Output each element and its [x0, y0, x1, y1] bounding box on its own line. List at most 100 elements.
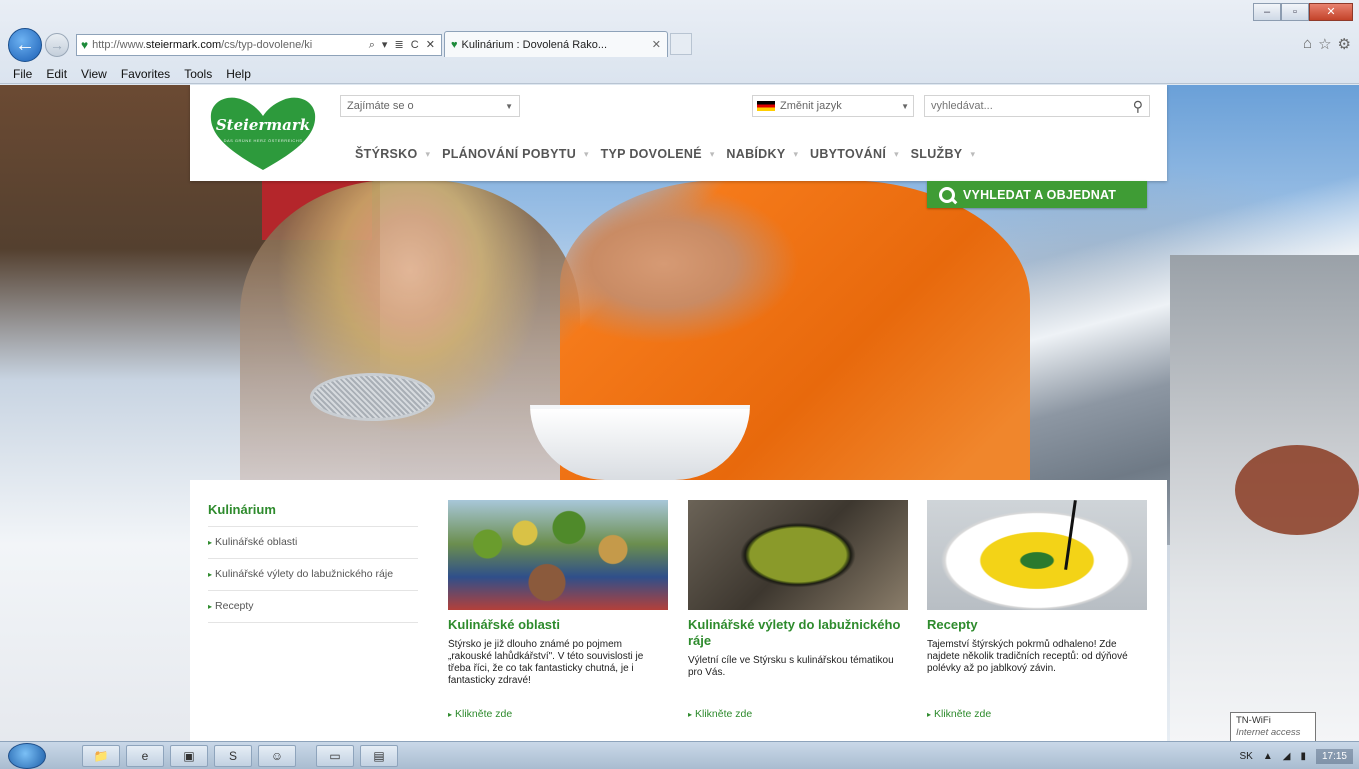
logo-tagline: DAS GRÜNE HERZ ÖSTERREICHS	[223, 138, 303, 143]
minimize-icon[interactable]: –	[1253, 3, 1281, 21]
menu-bar: File Edit View Favorites Tools Help	[0, 64, 1359, 84]
chevron-down-icon: ▼	[901, 101, 909, 111]
tray-language[interactable]: SK	[1240, 751, 1253, 762]
hero-photo-sieve	[310, 373, 435, 421]
volume-icon[interactable]: ◢	[1283, 751, 1291, 762]
app-taskbar-icon[interactable]: ▣	[170, 745, 208, 767]
bullet-arrow-icon: ▸	[208, 602, 213, 611]
address-domain: steiermark.com	[145, 39, 222, 51]
search-icon[interactable]: ⚲	[1133, 98, 1143, 115]
network-tooltip: TN-WiFi Internet access	[1230, 712, 1316, 742]
settings-gear-icon[interactable]: ⚙	[1338, 35, 1351, 53]
bullet-arrow-icon: ▸	[208, 570, 213, 579]
sidebar-item-kulinarske-vylety[interactable]: ▸ Kulinářské výlety do labužnického ráje	[208, 559, 418, 591]
menu-favorites[interactable]: Favorites	[114, 64, 177, 84]
search-and-book-button[interactable]: VYHLEDAT A OBJEDNAT	[927, 181, 1147, 208]
tab-close-icon[interactable]: ✕	[652, 38, 661, 51]
browser-chrome: – ▫ ✕ ← → ♥ http://www. steiermark.com/cs…	[0, 0, 1359, 84]
magnifier-icon	[939, 186, 955, 203]
browser-tab-active[interactable]: ♥ Kulinárium : Dovolená Rako... ✕	[444, 31, 668, 57]
teaser-card-kulinarske-vylety: Kulinářské výlety do labužnického ráje V…	[688, 500, 908, 728]
explorer-taskbar-icon[interactable]: 📁	[82, 745, 120, 767]
more-link-label: Klikněte zde	[455, 708, 513, 720]
chevron-down-icon: ▾	[584, 148, 589, 159]
chevron-down-icon: ▼	[505, 101, 513, 111]
network-icon[interactable]: ▲	[1263, 751, 1273, 762]
menu-view[interactable]: View	[74, 64, 114, 84]
bullet-arrow-icon: ▸	[927, 710, 932, 719]
document-taskbar-icon[interactable]: ▤	[360, 745, 398, 767]
close-window-icon[interactable]: ✕	[1309, 3, 1353, 21]
taskbar: 📁 e ▣ S ☺ ▭ ▤ SK ▲ ◢ ▮ 17:15	[0, 741, 1359, 769]
chevron-down-icon: ▾	[970, 148, 975, 159]
skype-taskbar-icon[interactable]: S	[214, 745, 252, 767]
menu-edit[interactable]: Edit	[39, 64, 74, 84]
main-navigation: ŠTÝRSKO ▾ PLÁNOVÁNÍ POBYTU ▾ TYP DOVOLENÉ ▾…	[347, 142, 979, 166]
bullet-arrow-icon: ▸	[688, 710, 693, 719]
new-tab-button[interactable]	[670, 33, 692, 55]
menu-file[interactable]: File	[6, 64, 39, 84]
menu-tools[interactable]: Tools	[177, 64, 219, 84]
teaser-image-market-food[interactable]	[448, 500, 668, 610]
teaser-title[interactable]: Recepty	[927, 617, 1147, 633]
nav-item-planovani-pobytu[interactable]: PLÁNOVÁNÍ POBYTU	[434, 147, 584, 161]
teaser-more-link[interactable]: ▸ Klikněte zde	[448, 708, 512, 720]
teaser-more-link[interactable]: ▸ Klikněte zde	[688, 708, 752, 720]
ie-taskbar-icon[interactable]: e	[126, 745, 164, 767]
chevron-down-icon: ▾	[709, 148, 715, 159]
sidebar-title[interactable]: Kulinárium	[208, 502, 418, 527]
teaser-more-link[interactable]: ▸ Klikněte zde	[927, 708, 991, 720]
address-prefix: http://www.	[92, 39, 146, 51]
start-button[interactable]	[8, 743, 46, 769]
site-favicon-icon: ♥	[81, 38, 89, 52]
address-bar[interactable]: ♥ http://www. steiermark.com/cs/typ-dovol…	[76, 34, 442, 56]
favorites-star-icon[interactable]: ☆	[1318, 35, 1331, 53]
teaser-image-oil-press[interactable]	[688, 500, 908, 610]
browser-toolbar-icons: ⌂ ☆ ⚙	[1303, 35, 1351, 53]
nav-item-styrsko[interactable]: ŠTÝRSKO	[347, 147, 426, 161]
nav-item-ubytovani[interactable]: UBYTOVÁNÍ	[802, 147, 894, 161]
tooltip-network-status: Internet access	[1236, 727, 1301, 738]
sidebar: Kulinárium ▸ Kulinářské oblasti ▸ Kulinářs…	[208, 502, 418, 623]
teaser-text: Výletní cíle ve Štýrsku s kulinářskou té…	[688, 655, 894, 678]
more-link-label: Klikněte zde	[934, 708, 992, 720]
chevron-down-icon: ▾	[894, 148, 899, 159]
interest-label: Zajímáte se o	[347, 100, 414, 112]
teaser-text: Štýrsko je již dlouho známé po pojmem „r…	[448, 639, 644, 686]
sidebar-item-kulinarske-oblasti[interactable]: ▸ Kulinářské oblasti	[208, 527, 418, 559]
forward-button[interactable]: →	[45, 33, 69, 57]
battery-icon[interactable]: ▮	[1300, 751, 1306, 762]
window-taskbar-icon[interactable]: ▭	[316, 745, 354, 767]
chat-taskbar-icon[interactable]: ☺	[258, 745, 296, 767]
back-button[interactable]: ←	[8, 28, 42, 62]
german-flag-icon	[757, 101, 775, 111]
teaser-title[interactable]: Kulinářské oblasti	[448, 617, 668, 633]
nav-item-nabidky[interactable]: NABÍDKY	[718, 147, 793, 161]
nav-item-typ-dovolene[interactable]: TYP DOVOLENÉ	[593, 147, 710, 161]
teaser-text: Tajemství štýrských pokrmů odhaleno! Zde…	[927, 639, 1128, 674]
teaser-title[interactable]: Kulinářské výlety do labužnického ráje	[688, 617, 908, 649]
interest-dropdown[interactable]: Zajímáte se o ▼	[340, 95, 520, 117]
menu-help[interactable]: Help	[219, 64, 258, 84]
language-dropdown[interactable]: Změnit jazyk ▼	[752, 95, 914, 117]
maximize-icon[interactable]: ▫	[1281, 3, 1309, 21]
teaser-card-recepty: Recepty Tajemství štýrských pokrmů odhal…	[927, 500, 1147, 728]
tab-favicon-icon: ♥	[451, 38, 458, 51]
hero-photo-woman	[240, 180, 580, 480]
system-tray: SK ▲ ◢ ▮ 17:15	[1240, 742, 1353, 769]
steiermark-logo[interactable]: Steiermark DAS GRÜNE HERZ ÖSTERREICHS	[207, 94, 319, 172]
search-input[interactable]	[931, 100, 1111, 112]
teaser-image-pumpkin-soup[interactable]	[927, 500, 1147, 610]
nav-item-sluzby[interactable]: SLUŽBY	[903, 147, 971, 161]
sidebar-item-recepty[interactable]: ▸ Recepty	[208, 591, 418, 623]
site-search: ⚲	[924, 95, 1150, 117]
sidebar-item-label: Kulinářské výlety do labužnického ráje	[215, 568, 394, 580]
clock[interactable]: 17:15	[1315, 748, 1353, 764]
teaser-card-kulinarske-oblasti: Kulinářské oblasti Štýrsko je již dlouho…	[448, 500, 668, 728]
home-icon[interactable]: ⌂	[1303, 35, 1312, 53]
book-button-label: VYHLEDAT A OBJEDNAT	[963, 187, 1117, 202]
window-controls: – ▫ ✕	[1253, 3, 1353, 21]
background-pot	[1235, 445, 1359, 535]
tooltip-network-name: TN-WiFi	[1236, 715, 1271, 726]
address-controls[interactable]: ⌕ ▾ ≣ C ✕	[364, 38, 437, 52]
